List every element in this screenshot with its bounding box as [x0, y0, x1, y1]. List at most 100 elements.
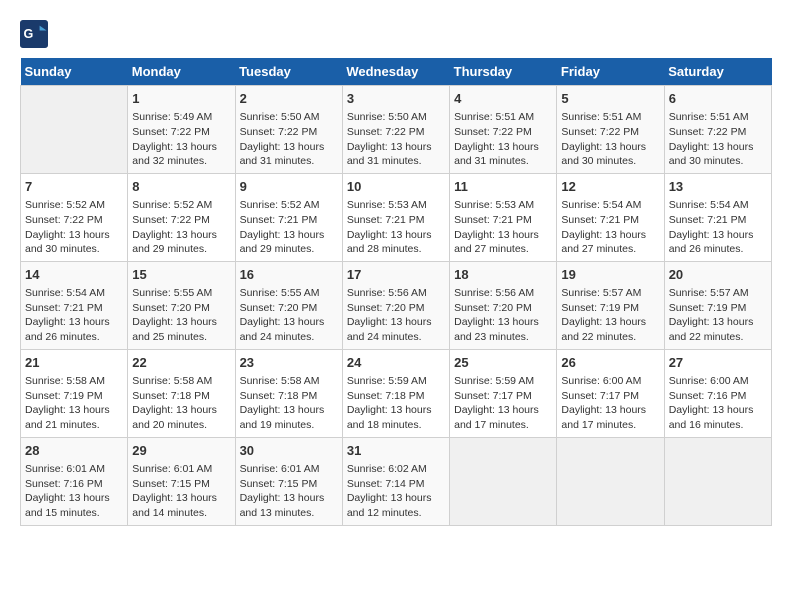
day-cell: 4 Sunrise: 5:51 AM Sunset: 7:22 PM Daylig…: [450, 86, 557, 174]
day-cell: 3Sunrise: 5:50 AM Sunset: 7:22 PM Daylig…: [342, 86, 449, 174]
day-content: Sunrise: 6:02 AM Sunset: 7:14 PM Dayligh…: [347, 462, 445, 521]
day-number: 6: [669, 90, 767, 108]
day-cell: 26 Sunrise: 6:00 AM Sunset: 7:17 PM Dayli…: [557, 349, 664, 437]
header-row: SundayMondayTuesdayWednesdayThursdayFrid…: [21, 58, 772, 86]
week-row-5: 28Sunrise: 6:01 AM Sunset: 7:16 PM Dayli…: [21, 437, 772, 525]
logo-icon: G: [20, 20, 48, 48]
day-content: Sunrise: 5:56 AM Sunset: 7:20 PM Dayligh…: [454, 286, 552, 345]
day-number: 10: [347, 178, 445, 196]
day-content: Sunrise: 5:51 AM Sunset: 7:22 PM Dayligh…: [561, 110, 659, 169]
day-number: 12: [561, 178, 659, 196]
day-number: 3: [347, 90, 445, 108]
day-content: Sunrise: 5:58 AM Sunset: 7:18 PM Dayligh…: [132, 374, 230, 433]
day-content: Sunrise: 5:58 AM Sunset: 7:18 PM Dayligh…: [240, 374, 338, 433]
day-number: 31: [347, 442, 445, 460]
svg-text:G: G: [24, 27, 34, 41]
day-cell: 24 Sunrise: 5:59 AM Sunset: 7:18 PM Dayli…: [342, 349, 449, 437]
day-cell: 7 Sunrise: 5:52 AM Sunset: 7:22 PM Daylig…: [21, 173, 128, 261]
day-cell: [450, 437, 557, 525]
day-content: Sunrise: 6:00 AM Sunset: 7:17 PM Dayligh…: [561, 374, 659, 433]
day-cell: [664, 437, 771, 525]
day-number: 18: [454, 266, 552, 284]
day-number: 7: [25, 178, 123, 196]
day-content: Sunrise: 5:54 AM Sunset: 7:21 PM Dayligh…: [561, 198, 659, 257]
day-cell: 30Sunrise: 6:01 AM Sunset: 7:15 PM Dayli…: [235, 437, 342, 525]
day-number: 21: [25, 354, 123, 372]
day-cell: 28Sunrise: 6:01 AM Sunset: 7:16 PM Dayli…: [21, 437, 128, 525]
day-content: Sunrise: 5:52 AM Sunset: 7:22 PM Dayligh…: [25, 198, 123, 257]
day-number: 8: [132, 178, 230, 196]
day-content: Sunrise: 5:55 AM Sunset: 7:20 PM Dayligh…: [132, 286, 230, 345]
day-content: Sunrise: 6:00 AM Sunset: 7:16 PM Dayligh…: [669, 374, 767, 433]
day-content: Sunrise: 5:54 AM Sunset: 7:21 PM Dayligh…: [25, 286, 123, 345]
day-number: 14: [25, 266, 123, 284]
day-content: Sunrise: 5:52 AM Sunset: 7:21 PM Dayligh…: [240, 198, 338, 257]
day-content: Sunrise: 5:59 AM Sunset: 7:17 PM Dayligh…: [454, 374, 552, 433]
day-cell: 1 Sunrise: 5:49 AM Sunset: 7:22 PM Daylig…: [128, 86, 235, 174]
day-content: Sunrise: 5:50 AM Sunset: 7:22 PM Dayligh…: [240, 110, 338, 169]
day-cell: 21 Sunrise: 5:58 AM Sunset: 7:19 PM Dayli…: [21, 349, 128, 437]
week-row-3: 14 Sunrise: 5:54 AM Sunset: 7:21 PM Dayli…: [21, 261, 772, 349]
day-content: Sunrise: 5:55 AM Sunset: 7:20 PM Dayligh…: [240, 286, 338, 345]
day-cell: 15Sunrise: 5:55 AM Sunset: 7:20 PM Dayli…: [128, 261, 235, 349]
day-cell: 18 Sunrise: 5:56 AM Sunset: 7:20 PM Dayli…: [450, 261, 557, 349]
day-header-wednesday: Wednesday: [342, 58, 449, 86]
day-cell: 17Sunrise: 5:56 AM Sunset: 7:20 PM Dayli…: [342, 261, 449, 349]
day-content: Sunrise: 5:59 AM Sunset: 7:18 PM Dayligh…: [347, 374, 445, 433]
day-content: Sunrise: 6:01 AM Sunset: 7:15 PM Dayligh…: [132, 462, 230, 521]
day-number: 11: [454, 178, 552, 196]
page-header: G: [20, 20, 772, 48]
day-number: 1: [132, 90, 230, 108]
day-cell: 29 Sunrise: 6:01 AM Sunset: 7:15 PM Dayli…: [128, 437, 235, 525]
day-cell: 19Sunrise: 5:57 AM Sunset: 7:19 PM Dayli…: [557, 261, 664, 349]
day-cell: 2 Sunrise: 5:50 AM Sunset: 7:22 PM Daylig…: [235, 86, 342, 174]
day-number: 16: [240, 266, 338, 284]
day-content: Sunrise: 5:53 AM Sunset: 7:21 PM Dayligh…: [454, 198, 552, 257]
day-content: Sunrise: 5:53 AM Sunset: 7:21 PM Dayligh…: [347, 198, 445, 257]
week-row-2: 7 Sunrise: 5:52 AM Sunset: 7:22 PM Daylig…: [21, 173, 772, 261]
day-cell: 6 Sunrise: 5:51 AM Sunset: 7:22 PM Daylig…: [664, 86, 771, 174]
day-cell: [557, 437, 664, 525]
day-number: 27: [669, 354, 767, 372]
day-content: Sunrise: 5:57 AM Sunset: 7:19 PM Dayligh…: [561, 286, 659, 345]
day-number: 24: [347, 354, 445, 372]
day-cell: 25 Sunrise: 5:59 AM Sunset: 7:17 PM Dayli…: [450, 349, 557, 437]
day-content: Sunrise: 5:49 AM Sunset: 7:22 PM Dayligh…: [132, 110, 230, 169]
day-content: Sunrise: 5:54 AM Sunset: 7:21 PM Dayligh…: [669, 198, 767, 257]
day-number: 25: [454, 354, 552, 372]
day-number: 13: [669, 178, 767, 196]
day-number: 29: [132, 442, 230, 460]
day-content: Sunrise: 5:57 AM Sunset: 7:19 PM Dayligh…: [669, 286, 767, 345]
week-row-1: 1 Sunrise: 5:49 AM Sunset: 7:22 PM Daylig…: [21, 86, 772, 174]
day-cell: 5 Sunrise: 5:51 AM Sunset: 7:22 PM Daylig…: [557, 86, 664, 174]
day-content: Sunrise: 5:51 AM Sunset: 7:22 PM Dayligh…: [454, 110, 552, 169]
day-header-tuesday: Tuesday: [235, 58, 342, 86]
day-number: 4: [454, 90, 552, 108]
day-number: 20: [669, 266, 767, 284]
day-number: 23: [240, 354, 338, 372]
day-header-sunday: Sunday: [21, 58, 128, 86]
day-cell: 20 Sunrise: 5:57 AM Sunset: 7:19 PM Dayli…: [664, 261, 771, 349]
day-cell: [21, 86, 128, 174]
day-cell: 10 Sunrise: 5:53 AM Sunset: 7:21 PM Dayli…: [342, 173, 449, 261]
day-number: 22: [132, 354, 230, 372]
day-content: Sunrise: 5:52 AM Sunset: 7:22 PM Dayligh…: [132, 198, 230, 257]
week-row-4: 21 Sunrise: 5:58 AM Sunset: 7:19 PM Dayli…: [21, 349, 772, 437]
day-cell: 16 Sunrise: 5:55 AM Sunset: 7:20 PM Dayli…: [235, 261, 342, 349]
day-cell: 31 Sunrise: 6:02 AM Sunset: 7:14 PM Dayli…: [342, 437, 449, 525]
day-number: 30: [240, 442, 338, 460]
calendar-table: SundayMondayTuesdayWednesdayThursdayFrid…: [20, 58, 772, 526]
day-cell: 14 Sunrise: 5:54 AM Sunset: 7:21 PM Dayli…: [21, 261, 128, 349]
day-cell: 11 Sunrise: 5:53 AM Sunset: 7:21 PM Dayli…: [450, 173, 557, 261]
day-number: 5: [561, 90, 659, 108]
day-header-friday: Friday: [557, 58, 664, 86]
day-header-monday: Monday: [128, 58, 235, 86]
day-cell: 9Sunrise: 5:52 AM Sunset: 7:21 PM Daylig…: [235, 173, 342, 261]
day-content: Sunrise: 5:51 AM Sunset: 7:22 PM Dayligh…: [669, 110, 767, 169]
logo: G: [20, 20, 52, 48]
day-number: 2: [240, 90, 338, 108]
day-number: 26: [561, 354, 659, 372]
day-header-saturday: Saturday: [664, 58, 771, 86]
day-content: Sunrise: 5:58 AM Sunset: 7:19 PM Dayligh…: [25, 374, 123, 433]
day-cell: 22 Sunrise: 5:58 AM Sunset: 7:18 PM Dayli…: [128, 349, 235, 437]
